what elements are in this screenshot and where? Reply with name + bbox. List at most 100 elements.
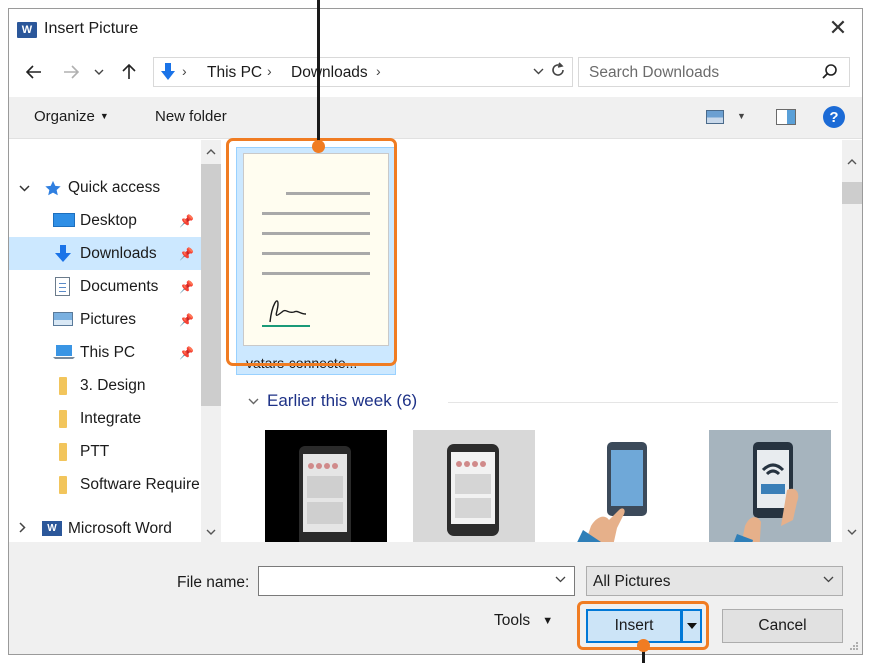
folder-icon (59, 410, 67, 428)
nav-item-documents[interactable]: Documents 📌 (9, 270, 201, 303)
documents-icon (55, 277, 70, 296)
nav-item-software-require[interactable]: Software Require (9, 468, 201, 501)
image-thumbnail[interactable] (561, 430, 683, 542)
pictures-icon (53, 312, 73, 326)
nav-label: Quick access (68, 178, 161, 196)
navigation-pane: Quick access Desktop 📌 Downloads 📌 Docum… (9, 140, 226, 542)
nav-item-ptt[interactable]: PTT (9, 435, 201, 468)
address-dropdown-icon[interactable] (533, 64, 544, 78)
pin-icon[interactable]: 📌 (179, 280, 194, 294)
nav-item-downloads[interactable]: Downloads 📌 (9, 237, 201, 270)
refresh-icon[interactable] (550, 61, 566, 84)
nav-item-integrate[interactable]: Integrate (9, 402, 201, 435)
back-button[interactable] (21, 60, 47, 84)
pin-icon[interactable]: 📌 (179, 313, 194, 327)
scroll-up-icon[interactable] (842, 154, 862, 170)
nav-item-pictures[interactable]: Pictures 📌 (9, 303, 201, 336)
nav-label: Pictures (80, 310, 136, 328)
dialog-footer: File name: All Pictures Tools ▼ Insert Ca… (9, 542, 862, 654)
nav-item-desktop[interactable]: Desktop 📌 (9, 204, 201, 237)
download-arrow-icon (161, 63, 175, 80)
address-row: › This PC › Downloads › Search Downloads (9, 57, 862, 87)
scroll-down-icon[interactable] (842, 524, 862, 540)
annotation-pointer-line (317, 0, 320, 144)
forward-button[interactable] (58, 60, 84, 84)
nav-label: Desktop (80, 211, 137, 229)
chevron-down-icon (823, 574, 834, 586)
annotation-pointer-dot (312, 140, 325, 153)
desktop-icon (53, 213, 75, 227)
scroll-up-icon[interactable] (201, 144, 221, 160)
nav-label: 3. Design (80, 376, 146, 394)
forward-arrow-icon (64, 65, 79, 79)
search-icon (822, 64, 837, 79)
up-arrow-icon (122, 64, 136, 79)
image-thumbnail[interactable] (265, 430, 387, 542)
breadcrumb-separator-icon: › (182, 63, 187, 79)
downloads-icon (55, 245, 71, 262)
image-thumbnail[interactable] (413, 430, 535, 542)
breadcrumb-this-pc[interactable]: This PC (207, 64, 262, 82)
nav-scrollbar[interactable] (201, 140, 221, 542)
group-header-earlier-this-week[interactable]: Earlier this week (6) (248, 391, 417, 411)
breadcrumb-downloads[interactable]: Downloads (291, 64, 368, 82)
preview-pane-icon[interactable] (776, 109, 796, 125)
star-icon (45, 180, 61, 195)
file-name-input[interactable] (258, 566, 575, 596)
file-type-select[interactable]: All Pictures (586, 566, 843, 596)
group-header-label: Earlier this week (6) (267, 391, 418, 410)
chevron-down-icon[interactable] (248, 394, 259, 408)
help-icon[interactable]: ? (823, 106, 845, 128)
back-arrow-icon (26, 65, 41, 79)
word-app-icon: W (17, 22, 37, 38)
image-thumbnail[interactable] (709, 430, 831, 542)
folder-icon (59, 443, 67, 461)
chevron-right-icon[interactable] (19, 521, 26, 536)
chevron-down-icon[interactable] (19, 181, 30, 195)
nav-item-this-pc[interactable]: This PC 📌 (9, 336, 201, 369)
change-view-icon[interactable] (706, 110, 724, 124)
close-button[interactable]: ✕ (824, 13, 852, 43)
nav-label: Software Require (80, 475, 200, 493)
nav-label: Integrate (80, 409, 142, 427)
new-folder-button[interactable]: New folder (155, 108, 227, 125)
pin-icon[interactable]: 📌 (179, 214, 194, 228)
nav-label: Documents (80, 277, 159, 295)
nav-label: PTT (80, 442, 110, 460)
chevron-down-icon[interactable] (555, 574, 566, 586)
computer-icon (53, 345, 75, 359)
organize-button[interactable]: Organize ▼ (34, 108, 109, 125)
nav-item-microsoft-word[interactable]: W Microsoft Word (9, 512, 201, 542)
caret-down-icon: ▼ (542, 615, 554, 627)
command-bar: Organize ▼ New folder ▼ ? (9, 97, 862, 139)
nav-scroll-thumb[interactable] (201, 164, 221, 406)
content-scrollbar[interactable] (842, 140, 862, 542)
address-bar[interactable]: › This PC › Downloads › (153, 57, 573, 87)
scroll-down-icon[interactable] (201, 524, 221, 540)
organize-label: Organize (34, 108, 95, 125)
title-bar: W Insert Picture ✕ (9, 9, 862, 49)
nav-label: This PC (80, 343, 136, 361)
tools-label: Tools (494, 612, 531, 629)
nav-item-quick-access[interactable]: Quick access (9, 171, 201, 204)
file-name-label: File name: (177, 574, 250, 591)
tools-button[interactable]: Tools ▼ (494, 612, 553, 630)
cancel-button[interactable]: Cancel (722, 609, 843, 643)
view-options-caret-icon[interactable]: ▼ (737, 111, 746, 121)
nav-item-3-design[interactable]: 3. Design (9, 369, 201, 402)
pin-icon[interactable]: 📌 (179, 247, 194, 261)
recent-locations-button[interactable] (89, 60, 109, 84)
caret-down-icon: ▼ (99, 111, 109, 121)
folder-icon (59, 476, 67, 494)
content-scroll-thumb[interactable] (842, 182, 862, 204)
selected-file-highlight (226, 138, 397, 366)
breadcrumb-separator-icon: › (267, 63, 272, 79)
resize-grip-icon[interactable] (849, 641, 859, 651)
nav-label: Downloads (80, 244, 157, 262)
folder-icon (59, 377, 67, 395)
breadcrumb-separator-icon: › (376, 63, 381, 79)
pin-icon[interactable]: 📌 (179, 346, 194, 360)
search-input[interactable]: Search Downloads (578, 57, 850, 87)
nav-label: Microsoft Word (68, 519, 172, 537)
up-button[interactable] (117, 60, 141, 84)
